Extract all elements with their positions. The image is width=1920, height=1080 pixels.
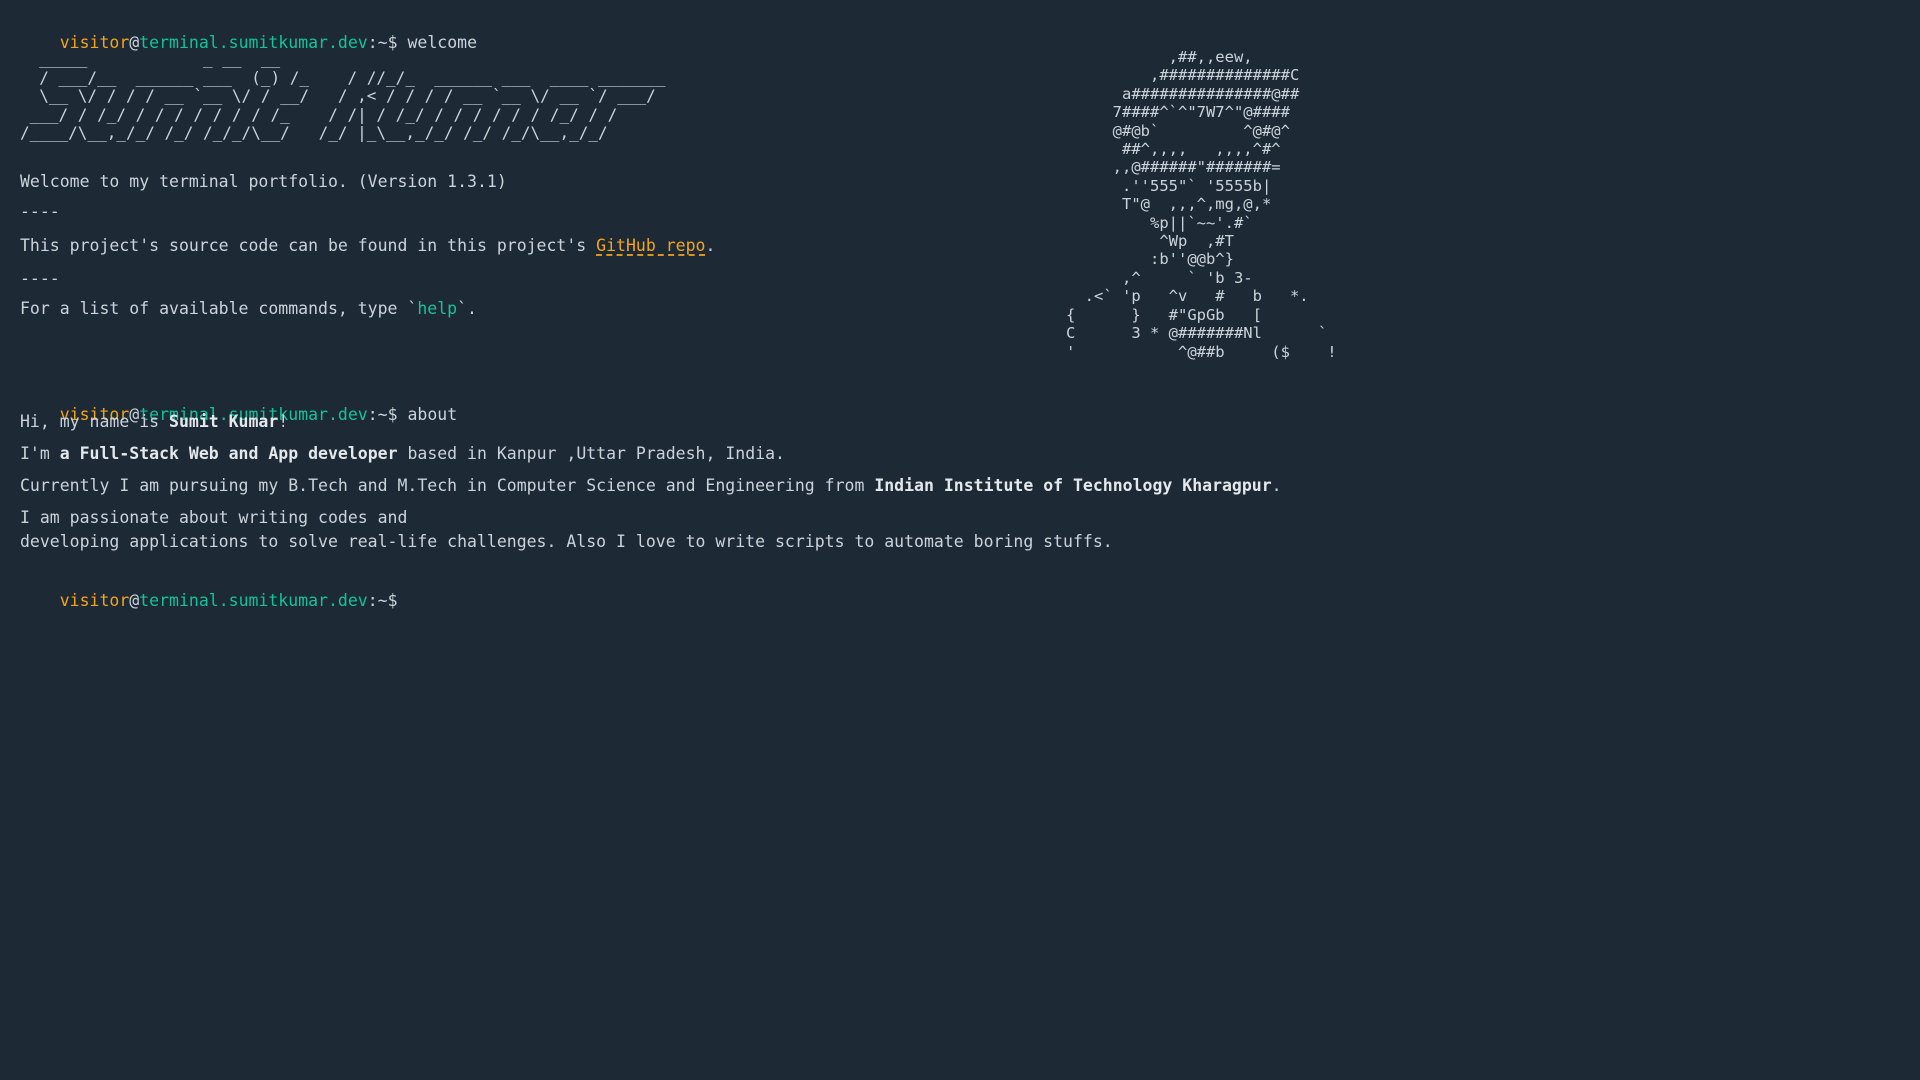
about-role: I'm a Full-Stack Web and App developer b… <box>20 443 785 465</box>
source-prefix: This project's source code can be found … <box>20 236 597 255</box>
about-name: Sumit Kumar <box>169 412 279 431</box>
help-hint-line: For a list of available commands, type `… <box>20 298 477 320</box>
input-cursor[interactable] <box>398 590 408 610</box>
about-greeting-prefix: Hi, my name is <box>20 412 170 431</box>
about-education: Currently I am pursuing my B.Tech and M.… <box>20 475 1282 497</box>
prompt-at: @ <box>129 591 140 610</box>
terminal-window[interactable]: visitor@terminal.sumitkumar.dev:~$ welco… <box>0 0 1920 1080</box>
about-education-prefix: Currently I am pursuing my B.Tech and M.… <box>20 476 875 495</box>
prompt-path: :~$ <box>367 591 398 610</box>
ascii-name-banner: _____ _ __ __ / ___/__ ______ ___ (_) /_… <box>20 49 666 142</box>
about-greeting: Hi, my name is Sumit Kumar! <box>20 411 288 433</box>
prompt-user: visitor <box>59 591 130 610</box>
separator: ---- <box>20 202 60 221</box>
help-prefix: For a list of available commands, type ` <box>20 299 418 318</box>
command-about: about <box>407 405 458 424</box>
about-passion-line2: developing applications to solve real-li… <box>20 532 1113 551</box>
prompt-host: terminal.sumitkumar.dev <box>139 591 368 610</box>
about-passion-line1: I am passionate about writing codes and <box>20 508 408 527</box>
about-greeting-suffix: ! <box>278 412 289 431</box>
ascii-art-portrait: ,##,,eew, ,##############C a############… <box>1066 48 1337 361</box>
about-role-prefix: I'm <box>20 444 60 463</box>
about-institute: Indian Institute of Technology Kharagpur <box>874 476 1272 495</box>
about-role-title: a Full-Stack Web and App developer <box>59 444 398 463</box>
github-repo-link[interactable]: GitHub repo <box>596 236 705 255</box>
separator: ---- <box>20 269 60 288</box>
about-role-suffix: based in Kanpur ,Uttar Pradesh, India. <box>397 444 785 463</box>
help-suffix: `. <box>457 299 477 318</box>
source-suffix: . <box>705 236 716 255</box>
source-code-line: This project's source code can be found … <box>20 235 715 257</box>
help-command: help <box>417 299 458 318</box>
welcome-intro: Welcome to my terminal portfolio. (Versi… <box>20 172 507 191</box>
about-education-suffix: . <box>1271 476 1282 495</box>
prompt-line-active[interactable]: visitor@terminal.sumitkumar.dev:~$ <box>20 568 408 634</box>
prompt-path: :~$ <box>367 405 398 424</box>
